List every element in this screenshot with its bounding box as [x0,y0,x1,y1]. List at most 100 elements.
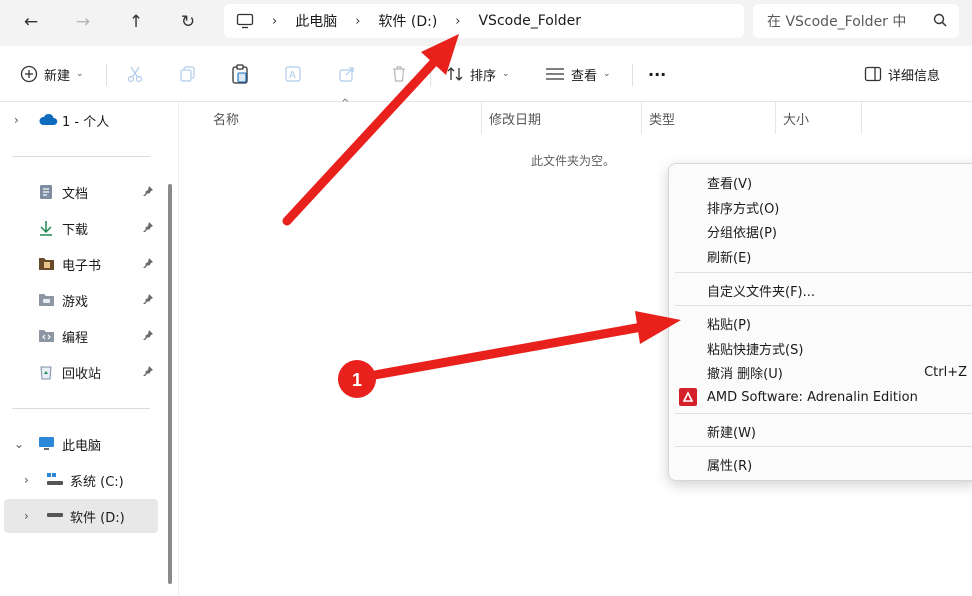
breadcrumb-this-pc[interactable]: 此电脑 [295,11,337,31]
address-bar[interactable]: › 此电脑 › 软件 (D:) › VScode_Folder [224,4,744,38]
menu-item-view[interactable]: 查看(V) [675,170,971,194]
paste-button[interactable] [231,58,255,90]
chevron-down-icon[interactable]: ⌄ [14,437,24,451]
sidebar-item-this-pc[interactable]: ⌄ 此电脑 [0,427,160,461]
chevron-right-icon[interactable]: › [24,473,29,487]
view-icon [545,67,565,81]
folder-icon [38,292,55,308]
menu-item-properties[interactable]: 属性(R) [675,452,971,476]
monitor-icon [38,436,55,452]
toolbar-divider [430,64,431,86]
forward-arrow-icon[interactable]: → [66,7,100,37]
copy-button[interactable] [179,58,203,90]
pin-icon[interactable] [142,221,154,237]
menu-item-customize-folder[interactable]: 自定义文件夹(F)... [675,278,971,302]
menu-item-label: 撤消 删除(U) [707,366,783,382]
refresh-icon[interactable]: ↻ [171,7,205,37]
sidebar-item-label: 电子书 [62,258,102,274]
chevron-right-icon[interactable]: › [24,509,29,523]
command-bar: 新建 ⌄ A 排序 ⌄ 查看 ⌄ ··· 详细信息 [0,46,972,102]
cut-button[interactable] [126,58,150,90]
search-input[interactable]: 在 VScode_Folder 中 [753,4,959,38]
menu-item-label: 排序方式(O) [707,201,780,217]
pin-icon[interactable] [142,257,154,273]
pin-icon[interactable] [142,185,154,201]
sort-button[interactable]: 排序 ⌄ [446,58,510,90]
menu-item-shortcut: Ctrl+Z [924,364,967,380]
view-button[interactable]: 查看 ⌄ [545,58,611,90]
search-icon[interactable] [933,13,947,31]
menu-item-amd-software[interactable]: AMD Software: Adrenalin Edition [675,385,971,409]
chevron-down-icon: ⌄ [603,69,611,79]
menu-item-label: 粘贴快捷方式(S) [707,342,804,358]
pin-icon[interactable] [142,329,154,345]
back-arrow-icon[interactable]: ← [14,7,48,37]
menu-item-label: 粘贴(P) [707,317,751,333]
column-header-size[interactable]: 大小 [775,102,861,134]
menu-item-label: 查看(V) [707,176,753,192]
menu-item-refresh[interactable]: 刷新(E) [675,244,971,268]
menu-item-paste-shortcut[interactable]: 粘贴快捷方式(S) [675,336,971,360]
more-options-button[interactable]: ··· [648,58,666,90]
delete-button[interactable] [390,58,414,90]
up-arrow-icon[interactable]: ↑ [119,7,153,37]
toolbar-divider [106,64,107,86]
sidebar-divider [12,408,150,409]
sidebar-item-onedrive[interactable]: › 1 - 个人 [0,103,160,137]
amd-icon [679,388,697,406]
sidebar-item-drive-c[interactable]: › 系统 (C:) [0,463,160,497]
chevron-right-icon[interactable]: › [14,113,19,127]
menu-item-paste[interactable]: 粘贴(P) [675,311,971,335]
pin-icon[interactable] [142,365,154,381]
menu-item-label: AMD Software: Adrenalin Edition [707,389,918,405]
sidebar-item-label: 编程 [62,330,89,346]
sidebar-item-label: 游戏 [62,294,89,310]
more-label: ··· [648,64,667,84]
share-button[interactable] [338,58,362,90]
breadcrumb-current-folder[interactable]: VScode_Folder [478,13,581,29]
toolbar-divider [632,64,633,86]
menu-item-sort-by[interactable]: 排序方式(O) [675,195,971,219]
menu-item-undo-delete[interactable]: 撤消 删除(U) Ctrl+Z [675,360,971,384]
sidebar-scrollbar[interactable] [168,184,172,584]
chevron-right-icon: › [272,13,278,29]
context-menu: 查看(V) 排序方式(O) 分组依据(P) 刷新(E) 自定义文件夹(F)...… [668,163,972,481]
sidebar-item-drive-d[interactable]: › 软件 (D:) [4,499,158,533]
copy-icon [179,65,197,83]
column-header-label: 大小 [783,112,810,128]
menu-item-group-by[interactable]: 分组依据(P) [675,219,971,243]
column-header-date[interactable]: 修改日期 [481,102,641,134]
sidebar-item-programming[interactable]: 编程 [0,319,160,353]
sidebar-item-recycle-bin[interactable]: 回收站 [0,355,160,389]
share-icon [338,65,356,83]
breadcrumb-drive-d[interactable]: 软件 (D:) [378,11,437,31]
download-icon [38,220,55,236]
sort-label: 排序 [470,68,497,84]
svg-text:A: A [289,70,296,81]
sidebar-item-downloads[interactable]: 下载 [0,211,160,245]
details-pane-icon [864,66,882,82]
column-header-label: 类型 [649,112,676,128]
chevron-down-icon: ⌄ [502,69,510,79]
menu-separator [675,305,972,306]
rename-button[interactable]: A [284,58,308,90]
sidebar-item-games[interactable]: 游戏 [0,283,160,317]
column-header-name[interactable]: 名称 [205,102,481,134]
sidebar-item-ebooks[interactable]: 电子书 [0,247,160,281]
chevron-right-icon: › [455,13,461,29]
plus-circle-icon [20,65,38,83]
sort-icon [446,65,464,83]
sidebar-item-documents[interactable]: 文档 [0,175,160,209]
column-header-type[interactable]: 类型 [641,102,775,134]
view-label: 查看 [571,68,598,84]
sidebar-item-label: 下载 [62,222,89,238]
sidebar-item-label: 回收站 [62,366,102,382]
menu-item-new[interactable]: 新建(W) [675,419,971,443]
menu-item-label: 自定义文件夹(F)... [707,284,816,300]
new-button[interactable]: 新建 ⌄ [20,58,84,90]
menu-item-label: 属性(R) [707,458,753,474]
details-button[interactable]: 详细信息 [864,58,940,90]
column-divider[interactable] [861,102,862,134]
drive-icon [46,472,63,488]
pin-icon[interactable] [142,293,154,309]
